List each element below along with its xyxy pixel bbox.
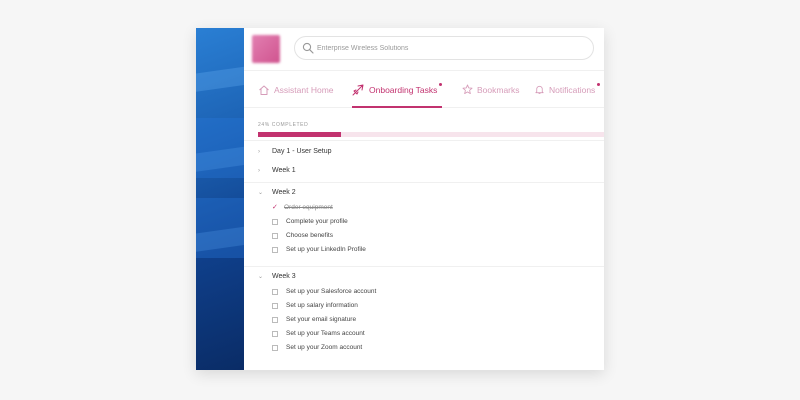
task-label: Set up salary information xyxy=(286,302,358,309)
checkbox[interactable] xyxy=(272,232,278,239)
section-week-1[interactable]: › Week 1 xyxy=(258,167,296,174)
task-zoom-account[interactable]: Set up your Zoom account xyxy=(272,344,362,351)
assistant-panel: Assistant Home Onboarding Tasks Bookmark… xyxy=(244,28,604,370)
checkbox[interactable] xyxy=(272,288,278,295)
progress-label: 24% COMPLETED xyxy=(258,122,309,128)
checkbox[interactable] xyxy=(272,330,278,337)
brand-logo xyxy=(252,35,280,63)
chevron-down-icon: ⌄ xyxy=(258,190,264,196)
task-label: Complete your profile xyxy=(286,218,348,225)
section-day-1[interactable]: › Day 1 - User Setup xyxy=(258,148,332,155)
task-label: Set up your Teams account xyxy=(286,330,365,337)
tab-notifications[interactable]: Notifications xyxy=(534,71,601,108)
task-choose-benefits[interactable]: Choose benefits xyxy=(272,232,333,239)
header xyxy=(244,28,604,68)
rocket-icon xyxy=(352,84,364,95)
task-linkedin-profile[interactable]: Set up your LinkedIn Profile xyxy=(272,246,366,253)
section-title: Week 3 xyxy=(272,273,296,280)
divider xyxy=(244,266,604,267)
search-input[interactable] xyxy=(317,40,577,56)
progress-bar xyxy=(258,132,604,137)
checkbox[interactable] xyxy=(272,246,278,253)
section-week-2[interactable]: ⌄ Week 2 xyxy=(258,189,296,196)
bell-icon xyxy=(535,85,544,95)
divider xyxy=(244,140,604,141)
checkmark-icon: ✓ xyxy=(272,204,278,211)
section-title: Week 2 xyxy=(272,189,296,196)
tab-onboarding-tasks[interactable]: Onboarding Tasks xyxy=(352,71,443,108)
task-label: Set your email signature xyxy=(286,316,357,323)
search-bar[interactable] xyxy=(294,36,594,60)
desktop-wallpaper xyxy=(196,28,244,370)
chevron-right-icon: › xyxy=(258,167,260,174)
task-salesforce-account[interactable]: Set up your Salesforce account xyxy=(272,288,376,295)
task-order-equipment[interactable]: ✓ Order equipment xyxy=(272,204,333,211)
task-email-signature[interactable]: Set your email signature xyxy=(272,316,356,323)
task-label: Choose benefits xyxy=(286,232,333,239)
checkbox[interactable] xyxy=(272,344,278,351)
tab-label: Assistant Home xyxy=(274,84,334,95)
checkbox[interactable] xyxy=(272,218,278,225)
notification-dot xyxy=(597,83,601,86)
task-teams-account[interactable]: Set up your Teams account xyxy=(272,330,365,337)
section-week-3[interactable]: ⌄ Week 3 xyxy=(258,273,296,280)
search-icon xyxy=(302,42,314,54)
tab-bar: Assistant Home Onboarding Tasks Bookmark… xyxy=(244,70,604,108)
task-label: Set up your Zoom account xyxy=(286,344,363,351)
tab-label: Onboarding Tasks xyxy=(369,84,438,95)
star-icon xyxy=(462,84,473,95)
chevron-down-icon: ⌄ xyxy=(258,274,264,280)
task-salary-information[interactable]: Set up salary information xyxy=(272,302,358,309)
section-title: Day 1 - User Setup xyxy=(272,148,332,155)
checkbox[interactable] xyxy=(272,302,278,309)
checkbox[interactable] xyxy=(272,316,278,323)
task-label: Order equipment xyxy=(284,204,333,211)
task-label: Set up your LinkedIn Profile xyxy=(286,246,366,253)
home-icon xyxy=(259,85,269,95)
task-complete-profile[interactable]: Complete your profile xyxy=(272,218,348,225)
section-title: Week 1 xyxy=(272,167,296,174)
tab-label: Bookmarks xyxy=(477,84,520,95)
progress-fill xyxy=(258,132,342,137)
notification-dot xyxy=(439,83,443,86)
chevron-right-icon: › xyxy=(258,148,260,155)
divider xyxy=(244,182,604,183)
task-label: Set up your Salesforce account xyxy=(286,288,377,295)
app-window: Assistant Home Onboarding Tasks Bookmark… xyxy=(196,28,604,370)
tab-bookmarks[interactable]: Bookmarks xyxy=(462,71,520,108)
tab-label: Notifications xyxy=(549,84,596,95)
tab-assistant-home[interactable]: Assistant Home xyxy=(258,71,334,108)
